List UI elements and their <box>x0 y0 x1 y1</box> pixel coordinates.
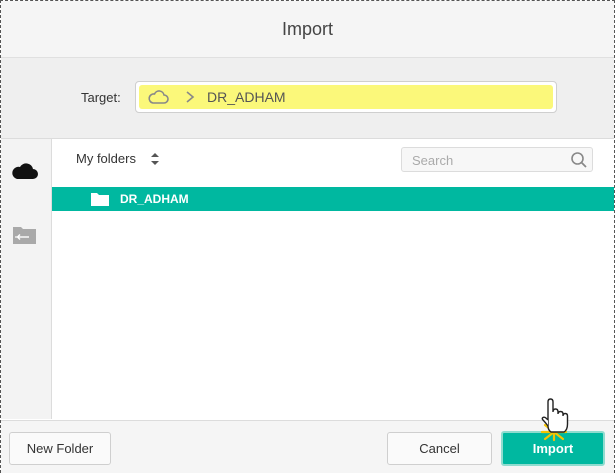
search-icon[interactable] <box>570 151 588 169</box>
dialog-title-bar: Import <box>1 1 614 58</box>
folder-list-item[interactable]: DR_ADHAM <box>52 187 614 211</box>
folders-header[interactable]: My folders <box>76 151 160 166</box>
folder-icon <box>90 191 110 207</box>
location-sidebar <box>1 139 52 419</box>
new-folder-button[interactable]: New Folder <box>9 432 111 465</box>
target-path[interactable]: DR_ADHAM <box>135 81 557 113</box>
sort-icon[interactable] <box>150 152 160 166</box>
cloud-icon[interactable] <box>11 159 39 183</box>
dialog-title: Import <box>281 18 333 39</box>
target-label: Target: <box>81 90 121 105</box>
search-input[interactable] <box>410 152 564 169</box>
dialog-footer: New Folder Cancel Import <box>1 420 614 473</box>
folder-browser: My folders DR_ADHAM <box>52 139 614 419</box>
target-row: Target: DR_ADHAM <box>1 58 614 139</box>
target-path-highlight: DR_ADHAM <box>139 85 553 109</box>
folder-name: DR_ADHAM <box>120 192 189 206</box>
server-folder-icon[interactable] <box>11 223 39 247</box>
target-folder-name[interactable]: DR_ADHAM <box>207 89 286 105</box>
chevron-right-icon <box>183 89 197 105</box>
import-button[interactable]: Import <box>501 431 605 466</box>
cloud-icon <box>147 89 169 105</box>
cancel-button[interactable]: Cancel <box>387 432 492 465</box>
search-box[interactable] <box>401 147 593 172</box>
folders-header-label: My folders <box>76 151 136 166</box>
